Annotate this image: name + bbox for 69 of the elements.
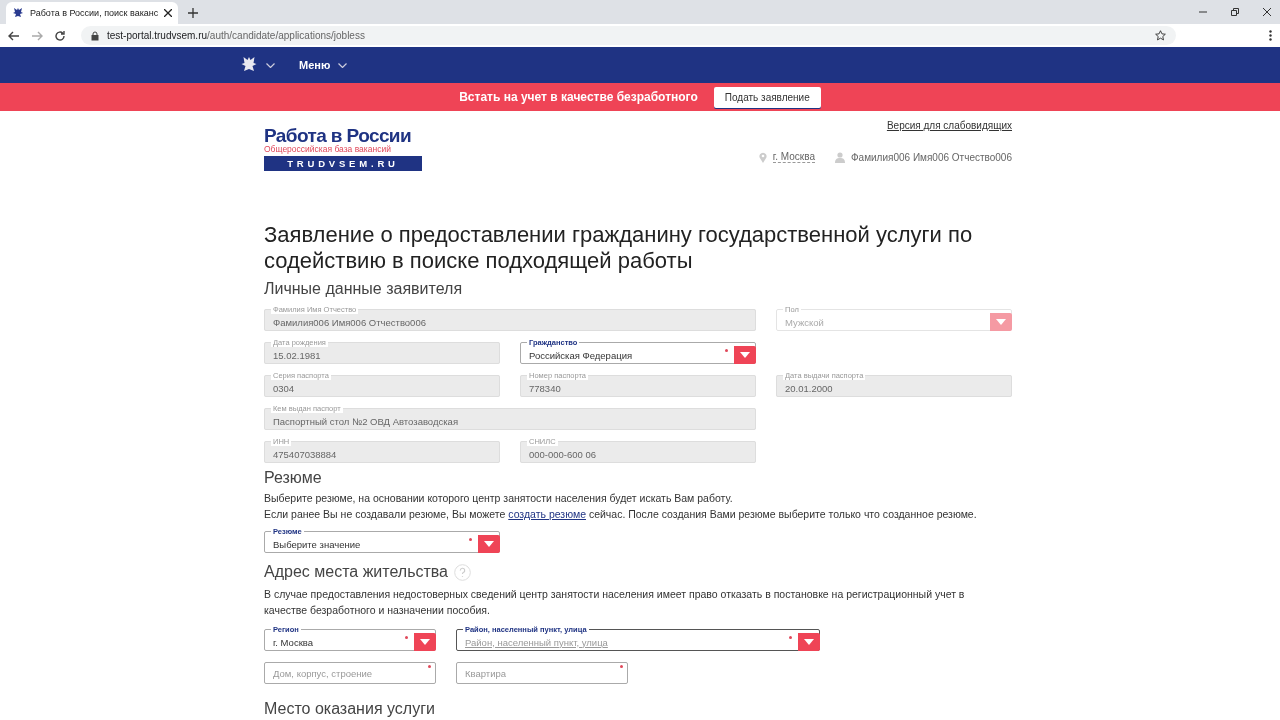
field-value: 15.02.1981 <box>273 349 321 361</box>
description-text: В случае предоставления недостоверных сведений центр занятости населения имеет право отказать в постановке на регистрационный учет в качестве безработного и назначении пособия. <box>264 587 966 618</box>
field-value: 475407038884 <box>273 448 337 460</box>
dropdown-arrow-button[interactable] <box>478 535 500 553</box>
emblem-menu-button[interactable] <box>240 56 275 74</box>
location-pin-icon <box>758 151 767 163</box>
more-icon[interactable] <box>1269 30 1272 41</box>
required-icon <box>789 636 792 639</box>
required-icon <box>469 538 472 541</box>
section-heading: Резюме <box>264 469 323 487</box>
required-icon <box>428 665 431 668</box>
lock-icon <box>91 30 99 41</box>
caret-icon <box>484 541 494 547</box>
logo[interactable]: Работа в России Общероссийская база вакансий TRUDVSEM.RU <box>264 126 422 186</box>
description-text: Выберите резюме, на основании которого центр занятости населения будет искать Вам работу. <box>264 491 734 506</box>
logo-title: Работа в России <box>264 126 413 145</box>
required-icon <box>620 665 623 668</box>
user-name: Фамилия006 Имя006 Отчество006 <box>850 151 1012 163</box>
star-icon[interactable] <box>1155 30 1166 41</box>
emblem-icon <box>240 56 258 74</box>
restore-icon[interactable] <box>1230 7 1240 17</box>
emblem-icon <box>12 7 24 19</box>
url-text: test-portal.trudvsem.ru/auth/candidate/applications/jobless <box>107 30 365 41</box>
chevron-down-icon <box>338 62 348 68</box>
field-placeholder: Дом, корпус, строение <box>273 667 373 679</box>
description-text: Если ранее Вы не создавали резюме, Вы можете создать резюме сейчас. После создания Вами резюме выберите только что созданное резюме. <box>264 506 978 522</box>
create-resume-link[interactable]: создать резюме <box>508 507 586 520</box>
banner-text: Встать на учет в качестве безработного <box>459 90 698 104</box>
address-bar[interactable]: test-portal.trudvsem.ru/auth/candidate/applications/jobless <box>81 26 1176 45</box>
close-icon[interactable] <box>164 9 173 17</box>
accessibility-link[interactable]: Версия для слабовидящих <box>886 120 1012 131</box>
field-placeholder: Район, населенный пункт, улица <box>465 636 608 648</box>
field-value: 778340 <box>529 382 561 394</box>
field-value: Мужской <box>785 316 824 328</box>
dropdown-arrow-button[interactable] <box>414 633 436 651</box>
field-placeholder: Квартира <box>465 667 507 679</box>
page-title: Заявление о предоставлении гражданину государственной услуги по содействию в поиске подходящей работы <box>264 222 974 274</box>
caret-icon <box>420 639 430 645</box>
section-heading: Адрес места жительства <box>264 563 448 581</box>
user-icon <box>834 151 845 163</box>
field-value: 20.01.2000 <box>785 382 833 394</box>
field-value: Фамилия006 Имя006 Отчество006 <box>273 316 426 328</box>
field-value: 0304 <box>273 382 295 394</box>
field-value: Выберите значение <box>273 538 361 550</box>
field-value: Паспортный стол №2 ОВД Автозаводская <box>273 415 459 427</box>
dropdown-arrow-button[interactable] <box>734 346 756 364</box>
caret-icon <box>804 639 814 645</box>
menu-button[interactable]: Меню <box>299 59 348 71</box>
chevron-down-icon <box>266 62 275 68</box>
required-icon <box>725 349 728 352</box>
field-value: г. Москва <box>273 636 314 648</box>
field-value: 000-000-600 06 <box>529 448 597 460</box>
browser-tab[interactable]: Работа в России, поиск ваканс <box>6 2 179 24</box>
caret-icon <box>740 352 750 358</box>
close-icon[interactable] <box>1262 7 1272 17</box>
field-value: Российская Федерация <box>529 349 633 361</box>
city-link[interactable]: г. Москва <box>772 151 815 163</box>
caret-icon <box>996 319 1006 325</box>
new-tab-icon[interactable] <box>188 8 199 18</box>
section-heading: Место оказания услуги <box>264 700 436 718</box>
tab-title: Работа в России, поиск ваканс <box>30 8 159 18</box>
submit-application-button[interactable]: Подать заявление <box>713 86 821 108</box>
section-heading: Личные данные заявителя <box>264 280 464 298</box>
dropdown-arrow-button[interactable] <box>798 633 820 651</box>
reload-icon[interactable] <box>54 29 66 42</box>
required-icon <box>405 636 408 639</box>
logo-domain: TRUDVSEM.RU <box>264 156 422 171</box>
back-icon[interactable] <box>8 29 20 42</box>
logo-subtitle: Общероссийская база вакансий <box>264 145 392 154</box>
